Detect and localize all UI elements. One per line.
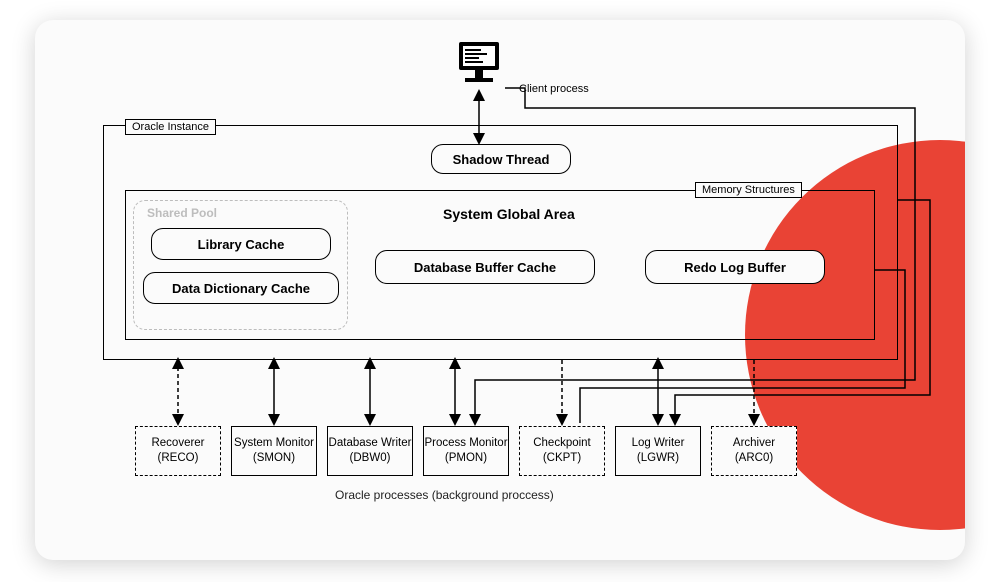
oracle-architecture-diagram: Client process Oracle Instance Memory St… xyxy=(35,20,965,560)
process-arc0: Archiver (ARC0) xyxy=(711,426,797,476)
proc-code: (PMON) xyxy=(445,451,487,466)
proc-name: Process Monitor xyxy=(424,436,507,451)
shadow-thread-box: Shadow Thread xyxy=(431,144,571,174)
proc-name: Database Writer xyxy=(329,436,412,451)
library-cache-box: Library Cache xyxy=(151,228,331,260)
proc-code: (DBW0) xyxy=(350,451,391,466)
memory-structures-label: Memory Structures xyxy=(695,182,802,198)
proc-name: Log Writer xyxy=(632,436,685,451)
proc-name: Recoverer xyxy=(151,436,204,451)
diagram-card: Client process Oracle Instance Memory St… xyxy=(35,20,965,560)
database-buffer-cache-box: Database Buffer Cache xyxy=(375,250,595,284)
sga-title: System Global Area xyxy=(443,206,575,222)
process-pmon: Process Monitor (PMON) xyxy=(423,426,509,476)
process-dbw0: Database Writer (DBW0) xyxy=(327,426,413,476)
process-lgwr: Log Writer (LGWR) xyxy=(615,426,701,476)
proc-code: (SMON) xyxy=(253,451,295,466)
proc-name: Archiver xyxy=(733,436,775,451)
proc-code: (ARC0) xyxy=(735,451,773,466)
proc-code: (CKPT) xyxy=(543,451,581,466)
redo-log-buffer-box: Redo Log Buffer xyxy=(645,250,825,284)
shared-pool-label: Shared Pool xyxy=(147,206,217,220)
oracle-instance-label: Oracle Instance xyxy=(125,119,216,135)
proc-name: Checkpoint xyxy=(533,436,591,451)
background-process-caption: Oracle processes (background proccess) xyxy=(335,488,554,502)
proc-code: (RECO) xyxy=(158,451,199,466)
proc-name: System Monitor xyxy=(234,436,314,451)
client-process-label: Client process xyxy=(519,83,589,95)
proc-code: (LGWR) xyxy=(637,451,679,466)
client-computer-icon xyxy=(455,40,503,90)
process-smon: System Monitor (SMON) xyxy=(231,426,317,476)
process-ckpt: Checkpoint (CKPT) xyxy=(519,426,605,476)
process-reco: Recoverer (RECO) xyxy=(135,426,221,476)
data-dictionary-cache-box: Data Dictionary Cache xyxy=(143,272,339,304)
